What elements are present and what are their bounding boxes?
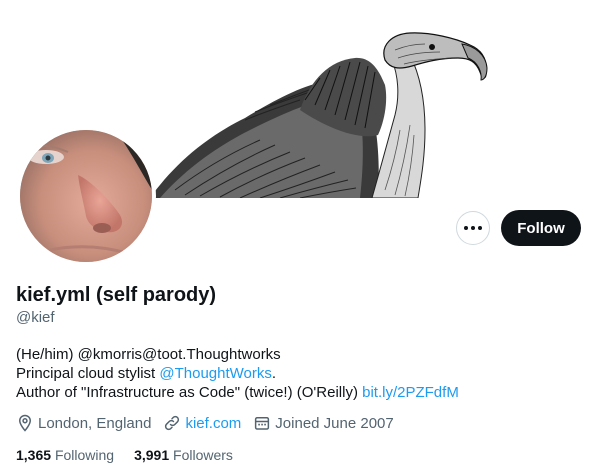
following-stat[interactable]: 1,365 Following: [16, 447, 114, 463]
bio-text: .: [271, 365, 277, 382]
joined-date: Joined June 2007: [253, 414, 394, 432]
bio-line-2: Principal cloud stylist @ThoughtWorks.: [16, 364, 459, 383]
follow-stats: 1,365 Following 3,991 Followers: [16, 447, 253, 463]
follow-button[interactable]: Follow: [501, 210, 581, 246]
location-pin-icon: [18, 414, 32, 432]
more-horizontal-icon: [464, 226, 482, 230]
more-button[interactable]: [456, 211, 490, 245]
followers-label: Followers: [173, 447, 233, 463]
location: London, England: [16, 414, 151, 432]
profile-meta: London, England kief.com Joined June 200…: [16, 414, 406, 432]
bio-text: Principal cloud stylist: [16, 365, 160, 382]
followers-stat[interactable]: 3,991 Followers: [134, 447, 233, 463]
profile-bio: (He/him) @kmorris@toot.Thoughtworks Prin…: [16, 345, 459, 402]
profile-photo: [20, 130, 152, 262]
followers-count: 3,991: [134, 447, 170, 463]
avatar[interactable]: [16, 126, 156, 266]
website-link[interactable]: kief.com: [185, 415, 241, 432]
user-handle: @kief: [16, 309, 55, 326]
website: kief.com: [163, 414, 241, 432]
location-text: London, England: [38, 414, 152, 432]
link-icon: [165, 415, 180, 431]
bio-line-1: (He/him) @kmorris@toot.Thoughtworks: [16, 346, 281, 363]
display-name: kief.yml (self parody): [16, 284, 217, 306]
book-link[interactable]: bit.ly/2PZFdfM: [362, 384, 459, 401]
joined-text: Joined June 2007: [275, 414, 394, 432]
thoughtworks-mention-link[interactable]: @ThoughtWorks: [159, 365, 272, 382]
bio-text: Author of "Infrastructure as Code" (twic…: [16, 384, 363, 401]
following-count: 1,365: [16, 447, 52, 463]
calendar-icon: [255, 417, 270, 430]
bio-line-3: Author of "Infrastructure as Code" (twic…: [16, 383, 459, 402]
following-label: Following: [54, 447, 115, 463]
